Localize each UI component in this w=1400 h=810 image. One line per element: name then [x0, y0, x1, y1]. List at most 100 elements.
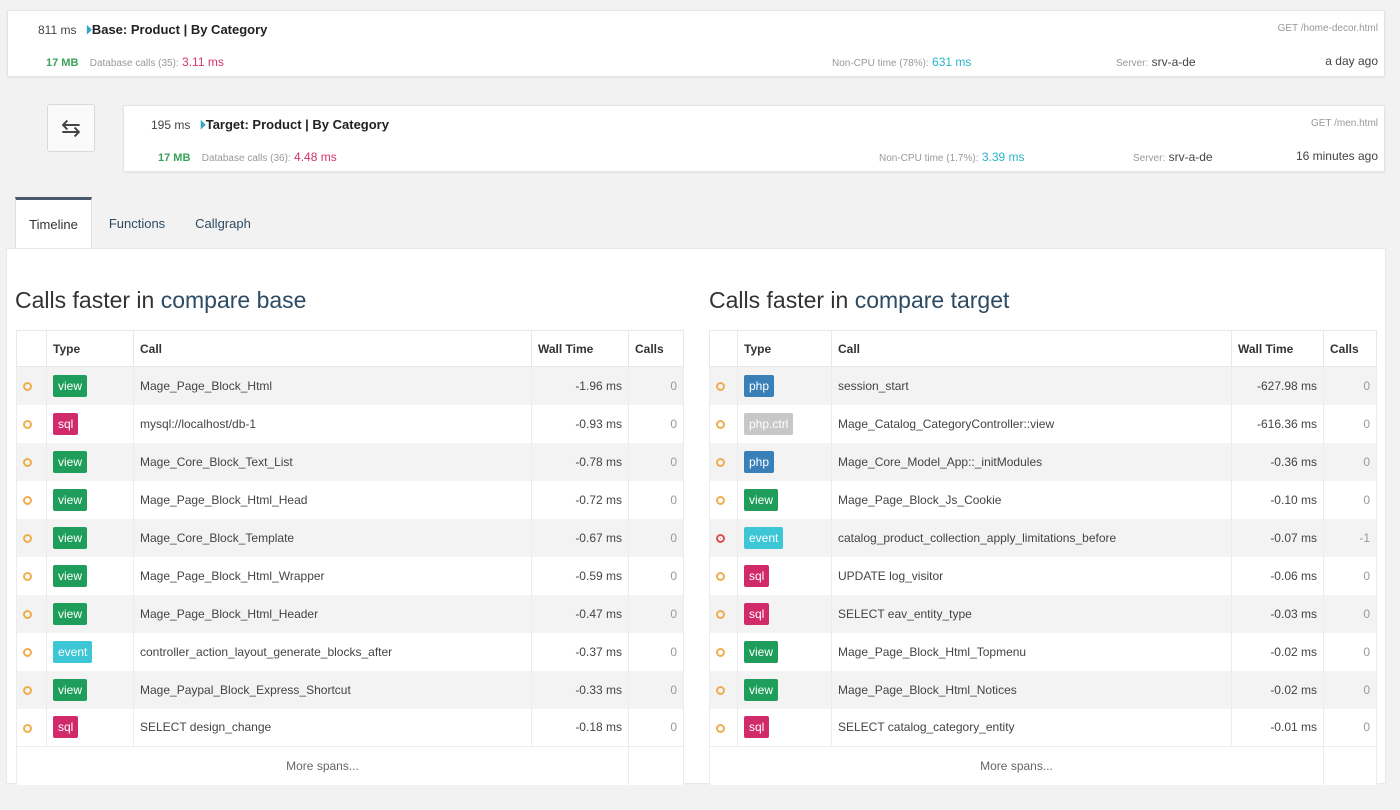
type-header[interactable]: Type — [737, 330, 832, 367]
call-cell[interactable]: Mage_Page_Block_Html — [133, 366, 532, 405]
call-cell[interactable]: session_start — [831, 366, 1232, 405]
table-row[interactable]: sql SELECT catalog_category_entity -0.01 m… — [709, 708, 1377, 747]
base-request[interactable]: GET /home-decor.html — [1278, 23, 1378, 34]
status-cell — [16, 442, 47, 481]
call-cell[interactable]: catalog_product_collection_apply_limitat… — [831, 518, 1232, 557]
base-db-value: 3.11 ms — [182, 55, 224, 69]
table-row[interactable]: sql SELECT eav_entity_type -0.03 ms 0 — [709, 594, 1377, 633]
wall-time-cell: -0.37 ms — [531, 632, 629, 671]
table-row[interactable]: view Mage_Page_Block_Html -1.96 ms 0 — [16, 366, 684, 405]
call-cell[interactable]: Mage_Page_Block_Html_Head — [133, 480, 532, 519]
wall-time-cell: -0.93 ms — [531, 404, 629, 443]
status-circle-icon — [23, 382, 32, 392]
table-row[interactable]: view Mage_Core_Block_Text_List -0.78 ms 0 — [16, 442, 684, 481]
status-circle-icon — [716, 609, 725, 619]
type-badge: sql — [744, 602, 770, 625]
wall-header[interactable]: Wall Time — [1231, 330, 1324, 367]
call-cell[interactable]: UPDATE log_visitor — [831, 556, 1232, 595]
status-circle-icon — [23, 495, 32, 505]
table-row[interactable]: sql mysql://localhost/db-1 -0.93 ms 0 — [16, 404, 684, 443]
call-cell[interactable]: Mage_Paypal_Block_Express_Shortcut — [133, 670, 532, 709]
base-server: Server: srv-a-de — [1116, 55, 1196, 69]
call-cell[interactable]: Mage_Page_Block_Html_Header — [133, 594, 532, 633]
table-row[interactable]: php Mage_Core_Model_App::_initModules -0.3… — [709, 442, 1377, 481]
type-cell: sql — [737, 708, 832, 747]
calls-cell: 0 — [628, 632, 684, 671]
table-row[interactable]: view Mage_Core_Block_Template -0.67 ms 0 — [16, 518, 684, 557]
wall-time-cell: -0.10 ms — [1231, 480, 1324, 519]
target-server: Server: srv-a-de — [1133, 150, 1213, 164]
type-cell: view — [46, 366, 134, 405]
table-row[interactable]: view Mage_Page_Block_Js_Cookie -0.10 ms 0 — [709, 480, 1377, 519]
calls-cell: 0 — [628, 670, 684, 709]
error-status-icon — [716, 533, 725, 543]
call-cell[interactable]: Mage_Page_Block_Html_Topmenu — [831, 632, 1232, 671]
call-cell[interactable]: Mage_Core_Model_App::_initModules — [831, 442, 1232, 481]
left-section-title: Calls faster in compare base — [15, 287, 306, 314]
right-title-accent: compare target — [854, 287, 1010, 313]
call-cell[interactable]: Mage_Core_Block_Text_List — [133, 442, 532, 481]
base-title[interactable]: Base: Product | By Category — [92, 22, 268, 37]
table-row[interactable]: view Mage_Paypal_Block_Express_Shortcut -0… — [16, 670, 684, 709]
table-row[interactable]: view Mage_Page_Block_Html_Notices -0.02 ms… — [709, 670, 1377, 709]
table-row[interactable]: event catalog_product_collection_apply_li… — [709, 518, 1377, 557]
type-cell: sql — [46, 404, 134, 443]
status-circle-icon — [716, 457, 725, 467]
call-cell[interactable]: SELECT catalog_category_entity — [831, 708, 1232, 747]
call-cell[interactable]: Mage_Core_Block_Template — [133, 518, 532, 557]
calls-header[interactable]: Calls — [628, 330, 684, 367]
status-circle-icon — [23, 571, 32, 581]
empty-cell — [628, 746, 684, 785]
wall-header[interactable]: Wall Time — [531, 330, 629, 367]
status-cell — [16, 708, 47, 747]
call-cell[interactable]: SELECT eav_entity_type — [831, 594, 1232, 633]
target-when: 16 minutes ago — [1295, 149, 1378, 163]
base-server-label: Server: — [1116, 58, 1149, 69]
call-cell[interactable]: SELECT design_change — [133, 708, 532, 747]
calls-cell: 0 — [1323, 442, 1377, 481]
status-circle-icon — [23, 609, 32, 619]
table-row[interactable]: sql UPDATE log_visitor -0.06 ms 0 — [709, 556, 1377, 595]
more-spans-link[interactable]: More spans... — [16, 746, 629, 785]
call-cell[interactable]: mysql://localhost/db-1 — [133, 404, 532, 443]
call-cell[interactable]: controller_action_layout_generate_blocks… — [133, 632, 532, 671]
type-badge: sql — [53, 412, 79, 435]
status-circle-icon — [716, 685, 725, 695]
call-cell[interactable]: Mage_Page_Block_Html_Wrapper — [133, 556, 532, 595]
call-cell[interactable]: Mage_Page_Block_Html_Notices — [831, 670, 1232, 709]
wall-time-cell: -0.02 ms — [1231, 670, 1324, 709]
tab-timeline[interactable]: Timeline — [15, 197, 92, 249]
target-title[interactable]: Target: Product | By Category — [206, 117, 389, 132]
type-header[interactable]: Type — [46, 330, 134, 367]
target-meta-line: 17 MB Database calls (36): 4.48 ms — [158, 150, 337, 164]
table-row[interactable]: php.ctrl Mage_Catalog_CategoryController:… — [709, 404, 1377, 443]
status-cell — [16, 632, 47, 671]
swap-arrows-icon[interactable]: ⇆ — [47, 104, 95, 152]
target-request[interactable]: GET /men.html — [1311, 118, 1378, 129]
table-row[interactable]: view Mage_Page_Block_Html_Wrapper -0.59 ms… — [16, 556, 684, 595]
call-cell[interactable]: Mage_Page_Block_Js_Cookie — [831, 480, 1232, 519]
more-spans-link[interactable]: More spans... — [709, 746, 1324, 785]
table-row[interactable]: php session_start -627.98 ms 0 — [709, 366, 1377, 405]
tab-callgraph[interactable]: Callgraph — [181, 197, 265, 249]
table-row[interactable]: view Mage_Page_Block_Html_Header -0.47 ms 0 — [16, 594, 684, 633]
table-row[interactable]: sql SELECT design_change -0.18 ms 0 — [16, 708, 684, 747]
call-cell[interactable]: Mage_Catalog_CategoryController::view — [831, 404, 1232, 443]
type-cell: php.ctrl — [737, 404, 832, 443]
table-row[interactable]: event controller_action_layout_generate_b… — [16, 632, 684, 671]
table-row[interactable]: view Mage_Page_Block_Html_Head -0.72 ms 0 — [16, 480, 684, 519]
table-row[interactable]: view Mage_Page_Block_Html_Topmenu -0.02 ms… — [709, 632, 1377, 671]
call-header[interactable]: Call — [831, 330, 1232, 367]
base-profile-card[interactable]: 811 ms ⏵Base: Product | By Category GET … — [7, 10, 1385, 77]
tab-functions[interactable]: Functions — [97, 197, 177, 249]
type-badge: event — [53, 640, 93, 663]
status-circle-icon — [716, 382, 725, 392]
type-badge: view — [53, 526, 88, 549]
target-profile-card[interactable]: 195 ms ⏵Target: Product | By Category GE… — [123, 105, 1385, 172]
calls-cell: -1 — [1323, 518, 1377, 557]
base-cpu-label: Non-CPU time (78%): — [832, 58, 929, 69]
call-header[interactable]: Call — [133, 330, 532, 367]
left-title-accent: compare base — [160, 287, 307, 313]
calls-header[interactable]: Calls — [1323, 330, 1377, 367]
status-circle-icon — [716, 495, 725, 505]
